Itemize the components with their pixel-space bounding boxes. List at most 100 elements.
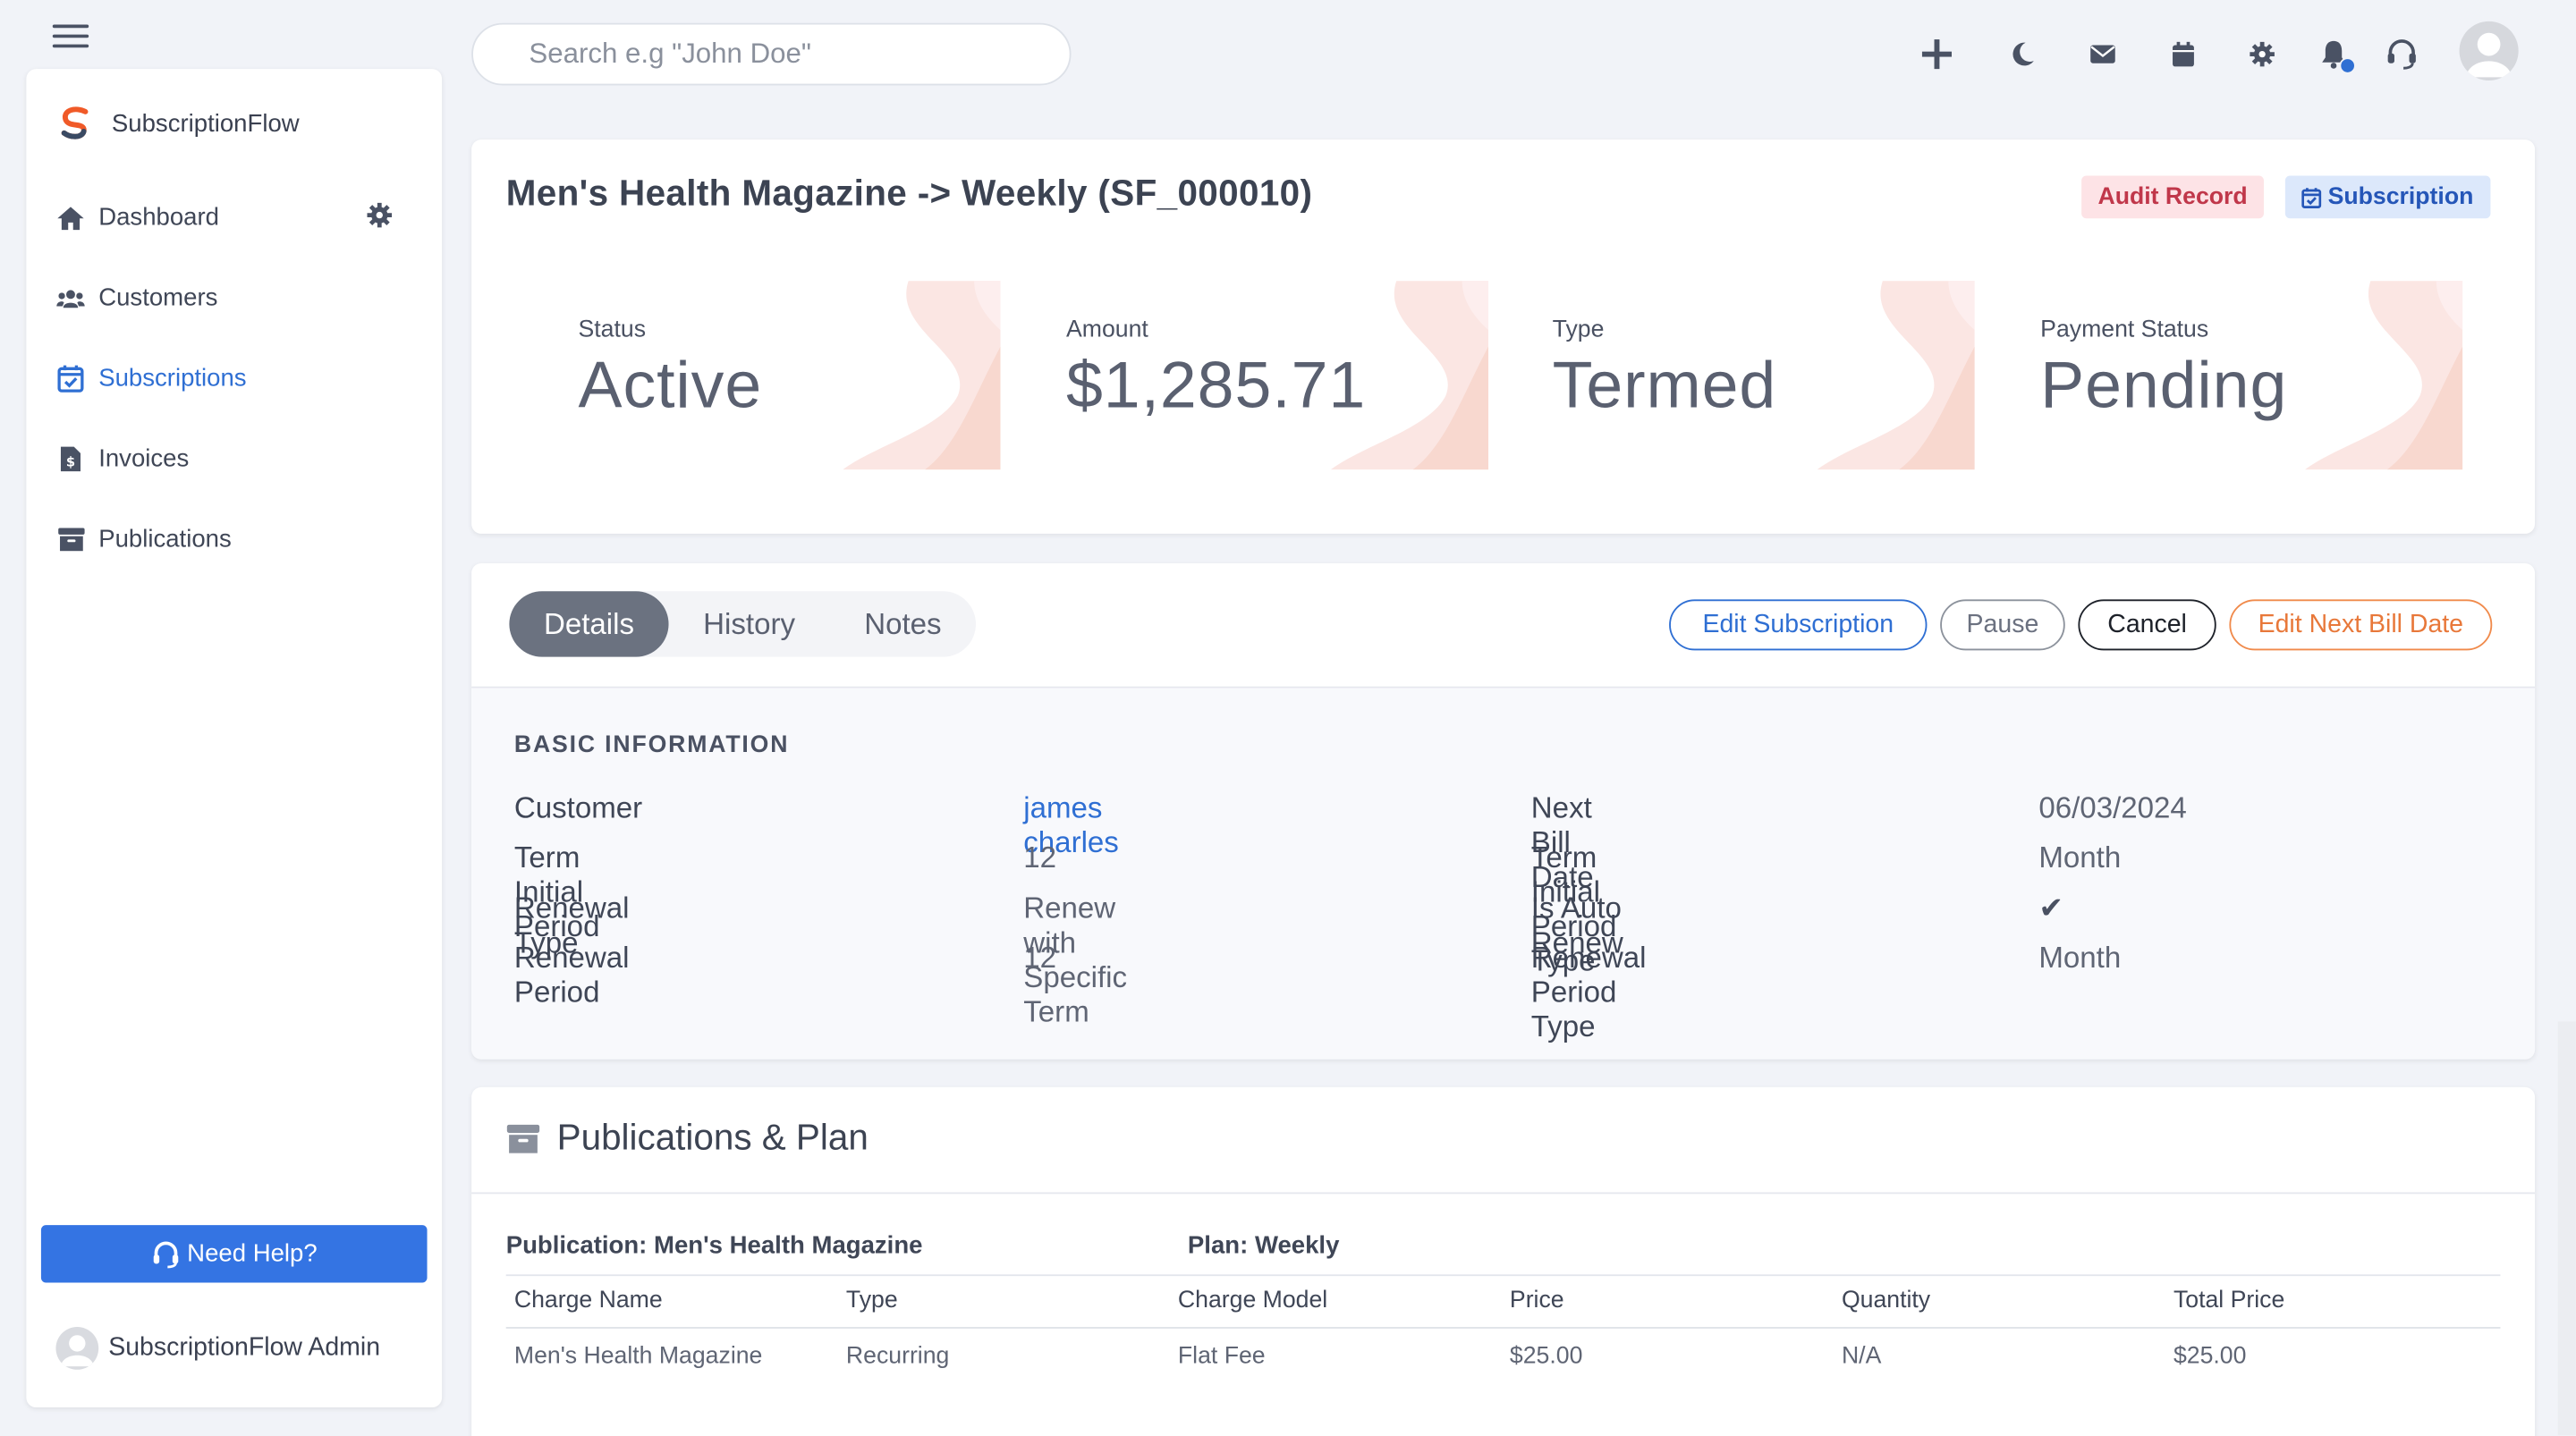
info-label: Customer <box>513 791 643 825</box>
info-label: Renewal Period Type <box>1530 941 1647 1043</box>
svg-text:$: $ <box>66 455 75 470</box>
headset-icon <box>153 1240 179 1268</box>
divider <box>505 1327 2501 1329</box>
page-title: Men's Health Magazine -> Weekly (SF_0000… <box>505 172 1313 214</box>
sidebar: SubscriptionFlow Dashboard Customers Sub… <box>26 69 443 1408</box>
edit-subscription-button[interactable]: Edit Subscription <box>1669 599 1928 651</box>
stat-amount: Amount $1,285.71 <box>1066 281 1489 470</box>
sidebar-nav: Dashboard Customers Subscriptions $ Invo… <box>26 177 442 579</box>
audit-record-badge[interactable]: Audit Record <box>2081 175 2265 219</box>
admin-user[interactable]: SubscriptionFlow Admin <box>55 1327 380 1370</box>
tab-notes[interactable]: Notes <box>830 591 977 656</box>
section-title: BASIC INFORMATION <box>513 732 790 759</box>
tab-details[interactable]: Details <box>509 591 669 657</box>
stat-status: Status Active <box>578 281 1001 470</box>
moon-icon[interactable] <box>2006 38 2039 71</box>
publications-header: Publications & Plan <box>506 1117 869 1160</box>
stat-value: Termed <box>1552 350 1777 423</box>
scrollbar[interactable] <box>2557 1021 2576 1436</box>
info-value: Month <box>2038 840 2122 874</box>
sidebar-item-label: Publications <box>98 525 232 553</box>
decorative-wave-icon <box>2304 281 2463 470</box>
checkmark-icon: ✔ <box>2038 891 2064 925</box>
bell-icon[interactable] <box>2317 38 2356 74</box>
info-value: 12 <box>1023 840 1057 874</box>
subscription-summary-card: Men's Health Magazine -> Weekly (SF_0000… <box>471 139 2536 534</box>
info-value: Month <box>2038 941 2122 975</box>
table-header: Type <box>845 1287 898 1314</box>
calendar-icon[interactable] <box>2167 38 2200 71</box>
subscriptionflow-logo-icon <box>61 106 89 139</box>
table-header: Charge Model <box>1177 1287 1328 1314</box>
pause-button[interactable]: Pause <box>1940 599 2065 651</box>
table-header: Total Price <box>2173 1287 2285 1314</box>
stat-type: Type Termed <box>1552 281 1975 470</box>
sidebar-item-dashboard[interactable]: Dashboard <box>26 177 442 258</box>
calendar-check-icon <box>55 364 85 393</box>
brand[interactable]: SubscriptionFlow <box>55 106 300 141</box>
headset-icon[interactable] <box>2385 38 2419 71</box>
divider <box>505 1274 2501 1277</box>
stat-value: $1,285.71 <box>1066 350 1367 423</box>
need-help-button[interactable]: Need Help? <box>40 1225 428 1283</box>
info-label: Renewal Period <box>513 941 630 1009</box>
sidebar-item-subscriptions[interactable]: Subscriptions <box>26 338 442 418</box>
menu-toggle-icon[interactable] <box>52 23 89 49</box>
table-cell: $25.00 <box>1509 1343 1583 1370</box>
plus-icon[interactable] <box>1920 38 1953 71</box>
basic-information-section: BASIC INFORMATION Customer james charles… <box>471 688 2536 1060</box>
table-header: Quantity <box>1841 1287 1931 1314</box>
invoice-icon: $ <box>55 444 85 474</box>
details-card: Details History Notes Edit Subscription … <box>471 562 2536 1060</box>
divider <box>471 1192 2536 1195</box>
publication-label: Publication: Men's Health Magazine <box>505 1231 923 1260</box>
sidebar-item-label: Dashboard <box>98 203 219 232</box>
info-value: 12 <box>1023 941 1057 975</box>
sidebar-item-publications[interactable]: Publications <box>26 499 442 579</box>
gear-icon[interactable] <box>2246 38 2279 71</box>
home-icon <box>55 203 85 232</box>
stat-value: Pending <box>2040 350 2288 423</box>
subscription-badge[interactable]: Subscription <box>2284 175 2490 219</box>
decorative-wave-icon <box>1330 281 1489 470</box>
sidebar-item-customers[interactable]: Customers <box>26 258 442 338</box>
stat-label: Status <box>578 317 647 343</box>
mail-icon[interactable] <box>2087 38 2120 71</box>
publications-plan-card: Publications & Plan Publication: Men's H… <box>471 1086 2536 1436</box>
stat-label: Type <box>1552 317 1605 343</box>
admin-name: SubscriptionFlow Admin <box>108 1333 381 1362</box>
details-tabs: Details History Notes <box>509 591 977 657</box>
sidebar-item-label: Customers <box>98 283 218 312</box>
table-cell: N/A <box>1841 1343 1882 1370</box>
info-value: 06/03/2024 <box>2038 791 2187 825</box>
sidebar-item-label: Invoices <box>98 444 190 473</box>
calendar-check-icon <box>2301 187 2322 208</box>
subscription-badge-label: Subscription <box>2327 183 2474 211</box>
notification-dot <box>2339 57 2356 74</box>
brand-name: SubscriptionFlow <box>111 109 300 138</box>
stat-label: Payment Status <box>2040 317 2209 343</box>
sidebar-item-label: Subscriptions <box>98 364 247 393</box>
users-icon <box>55 283 85 313</box>
table-header: Charge Name <box>513 1287 663 1314</box>
cancel-button[interactable]: Cancel <box>2078 599 2216 651</box>
plan-label: Plan: Weekly <box>1187 1231 1340 1260</box>
table-cell: Men's Health Magazine <box>513 1343 763 1370</box>
stat-value: Active <box>578 350 763 423</box>
user-avatar[interactable] <box>2459 21 2519 80</box>
table-cell: $25.00 <box>2173 1343 2247 1370</box>
dashboard-settings-gear-icon[interactable] <box>367 202 396 232</box>
table-cell: Flat Fee <box>1177 1343 1266 1370</box>
stat-payment-status: Payment Status Pending <box>2040 281 2463 470</box>
table-cell: Recurring <box>845 1343 950 1370</box>
sidebar-item-invoices[interactable]: $ Invoices <box>26 418 442 499</box>
table-header: Price <box>1509 1287 1564 1314</box>
archive-icon <box>506 1123 540 1153</box>
avatar <box>55 1327 99 1370</box>
tab-history[interactable]: History <box>669 591 830 656</box>
decorative-wave-icon <box>1817 281 1975 470</box>
edit-next-bill-date-button[interactable]: Edit Next Bill Date <box>2229 599 2493 651</box>
search-input[interactable] <box>471 22 1072 86</box>
decorative-wave-icon <box>843 281 1001 470</box>
need-help-label: Need Help? <box>187 1239 318 1268</box>
